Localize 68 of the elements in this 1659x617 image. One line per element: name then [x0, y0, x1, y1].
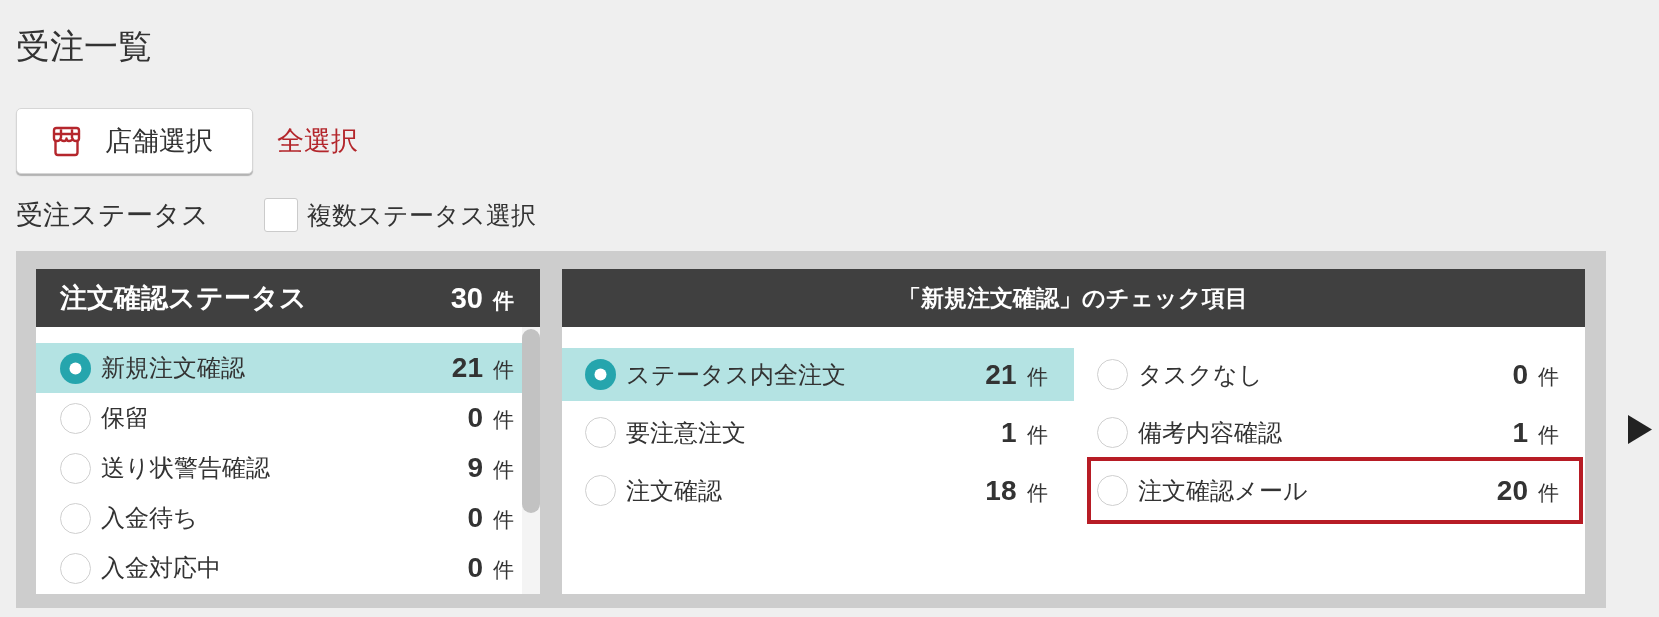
- count-unit: 件: [1538, 363, 1559, 390]
- status-filter-label: 受注ステータス: [16, 199, 209, 232]
- panel-title: 注文確認ステータス: [60, 282, 307, 315]
- option-count: 9: [467, 452, 483, 484]
- option-count: 21: [451, 352, 483, 384]
- radio-button[interactable]: [60, 452, 91, 484]
- option-count: 0: [467, 402, 483, 434]
- check-option[interactable]: ステータス内全注文 21 件: [562, 348, 1074, 401]
- multi-select-checkbox[interactable]: [264, 198, 298, 232]
- option-label: タスクなし: [1137, 359, 1263, 390]
- option-count: 0: [1512, 358, 1528, 391]
- option-label: 備考内容確認: [1137, 417, 1282, 448]
- radio-button[interactable]: [1096, 359, 1128, 390]
- check-option[interactable]: タスクなし 0 件: [1073, 348, 1585, 401]
- option-count: 21: [985, 358, 1017, 391]
- option-label: 注文確認: [626, 475, 722, 506]
- count-unit: 件: [493, 457, 514, 483]
- right-triangle-icon[interactable]: [1628, 415, 1652, 444]
- option-count: 0: [467, 552, 483, 584]
- count-unit: 件: [493, 557, 514, 583]
- shop-icon: [51, 125, 82, 157]
- status-option[interactable]: 送り状警告確認 9 件: [36, 443, 522, 493]
- page-title: 受注一覧: [16, 26, 152, 66]
- option-count: 20: [1496, 474, 1528, 507]
- radio-button[interactable]: [1096, 417, 1128, 448]
- option-count: 0: [467, 502, 483, 534]
- count-unit: 件: [1026, 421, 1048, 448]
- total-count: 30: [450, 281, 483, 315]
- option-label: ステータス内全注文: [626, 359, 846, 390]
- option-label: 入金対応中: [101, 553, 221, 583]
- radio-button[interactable]: [585, 417, 616, 448]
- panel-title: 「新規注文確認」のチェック項目: [897, 283, 1248, 313]
- status-option[interactable]: 保留 0 件: [36, 393, 522, 443]
- select-all-link[interactable]: 全選択: [277, 123, 358, 159]
- store-select-button[interactable]: 店舗選択: [16, 108, 253, 174]
- check-option[interactable]: 備考内容確認 1 件: [1073, 406, 1585, 459]
- checkbox-label[interactable]: 複数ステータス選択: [307, 198, 536, 232]
- option-count: 1: [1512, 416, 1528, 449]
- radio-button[interactable]: [585, 475, 616, 506]
- check-option[interactable]: 注文確認 18 件: [562, 464, 1074, 517]
- option-label: 入金待ち: [101, 503, 198, 533]
- option-label: 保留: [101, 403, 149, 433]
- count-unit: 件: [1026, 479, 1048, 506]
- check-option[interactable]: 要注意注文 1 件: [562, 406, 1074, 459]
- count-unit: 件: [1538, 421, 1559, 448]
- option-count: 1: [1000, 416, 1017, 449]
- status-option[interactable]: 入金対応中 0 件: [36, 543, 522, 593]
- radio-button[interactable]: [60, 502, 91, 534]
- radio-button[interactable]: [60, 402, 91, 434]
- radio-button[interactable]: [60, 352, 91, 384]
- radio-button[interactable]: [1096, 475, 1128, 506]
- count-unit: 件: [1538, 479, 1559, 506]
- status-option[interactable]: 新規注文確認 21 件: [36, 343, 522, 393]
- option-label: 送り状警告確認: [101, 453, 270, 483]
- scrollbar-thumb[interactable]: [522, 329, 540, 513]
- count-unit: 件: [1026, 363, 1048, 390]
- status-option[interactable]: 入金待ち 0 件: [36, 493, 522, 543]
- option-count: 18: [985, 474, 1017, 507]
- radio-button[interactable]: [60, 552, 91, 584]
- option-label: 注文確認メール: [1137, 475, 1308, 506]
- count-unit: 件: [493, 507, 514, 533]
- count-unit: 件: [493, 407, 514, 433]
- option-label: 新規注文確認: [101, 353, 245, 383]
- radio-button[interactable]: [585, 359, 616, 390]
- count-unit: 件: [493, 287, 514, 314]
- option-label: 要注意注文: [626, 417, 746, 448]
- check-option[interactable]: 注文確認メール 20 件: [1073, 464, 1585, 517]
- count-unit: 件: [493, 357, 514, 383]
